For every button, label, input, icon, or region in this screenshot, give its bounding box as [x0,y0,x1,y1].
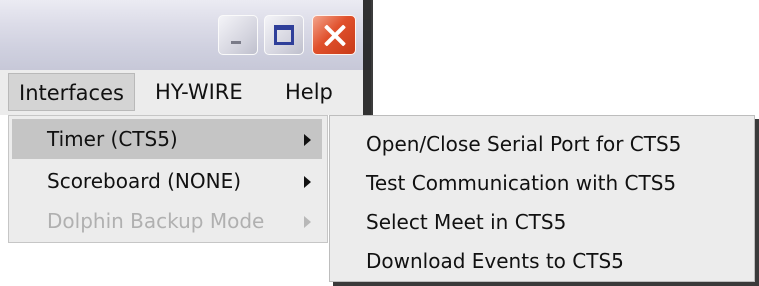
maximize-button[interactable] [264,15,304,55]
menu-help[interactable]: Help [277,73,341,111]
submenu-arrow-icon [304,134,311,146]
menu-item-label: Dolphin Backup Mode [47,209,265,233]
screen: Interfaces HY-WIRE Help Timer (CTS5) Sco… [0,0,759,286]
interfaces-dropdown: Timer (CTS5) Scoreboard (NONE) Dolphin B… [8,115,328,243]
close-button[interactable] [312,15,356,55]
menu-bar: Interfaces HY-WIRE Help [0,70,373,115]
menu-interfaces[interactable]: Interfaces [8,73,135,111]
timer-submenu: Open/Close Serial Port for CTS5 Test Com… [329,115,755,282]
submenu-item-test-communication[interactable]: Test Communication with CTS5 [366,163,676,203]
menu-item-label: Scoreboard (NONE) [47,169,242,193]
minimize-button[interactable] [218,15,258,55]
menu-hy-wire[interactable]: HY-WIRE [147,73,251,111]
window-titlebar [0,0,373,70]
submenu-arrow-icon [304,176,311,188]
menu-item-label: Timer (CTS5) [47,127,178,151]
menu-item-scoreboard[interactable]: Scoreboard (NONE) [9,161,327,201]
menu-item-dolphin-backup-mode: Dolphin Backup Mode [9,201,327,241]
menu-item-timer[interactable]: Timer (CTS5) [12,119,322,159]
submenu-arrow-icon [304,216,311,228]
submenu-item-select-meet[interactable]: Select Meet in CTS5 [366,202,566,242]
submenu-item-open-close-serial-port[interactable]: Open/Close Serial Port for CTS5 [366,124,681,164]
submenu-item-download-events[interactable]: Download Events to CTS5 [366,241,624,281]
